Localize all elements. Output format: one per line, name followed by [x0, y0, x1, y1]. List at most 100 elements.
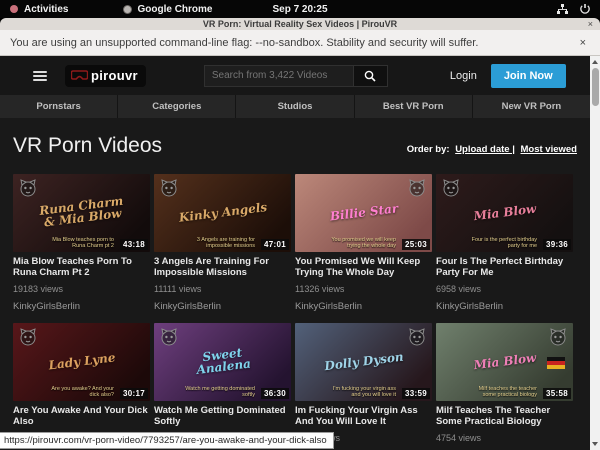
video-card[interactable]: Billie Star You promised we will keep tr… — [295, 174, 432, 323]
nav-item-best-vr-porn[interactable]: Best VR Porn — [355, 95, 472, 118]
site-header: pirouvr Login Join Now — [0, 56, 590, 95]
chrome-icon — [123, 5, 132, 14]
activities-button[interactable]: Activities — [10, 4, 68, 15]
video-thumbnail[interactable]: Mia Blow Four is the perfect birthday pa… — [436, 174, 573, 252]
video-views: 6958 views — [436, 284, 573, 294]
video-card[interactable]: Lady Lyne Are you awake? And your dick a… — [13, 323, 150, 450]
search-icon — [364, 70, 376, 82]
video-duration-badge: 39:36 — [543, 239, 571, 250]
network-icon[interactable] — [557, 4, 568, 14]
studio-cat-logo-icon — [548, 327, 568, 347]
browser-tab-strip: VR Porn: Virtual Reality Sex Videos | Pi… — [0, 18, 600, 30]
scroll-up-icon[interactable] — [592, 60, 598, 64]
thumbnail-caption: 3 Angels are training for impossible mis… — [185, 237, 255, 249]
screen: Activities Google Chrome Sep 7 20:25 VR … — [0, 0, 600, 450]
studio-cat-logo-icon — [159, 178, 179, 198]
video-thumbnail[interactable]: Sweet Analena Watch me getting dominated… — [154, 323, 291, 401]
video-thumbnail[interactable]: Lady Lyne Are you awake? And your dick a… — [13, 323, 150, 401]
studio-link[interactable]: KinkyGirlsBerlin — [13, 301, 150, 312]
thumbnail-caption: Mia Blow teaches porn to Runa Charm pt 2 — [44, 237, 114, 249]
video-thumbnail[interactable]: Mia Blow Milf teaches the teacher some p… — [436, 323, 573, 401]
video-duration-badge: 30:17 — [120, 388, 148, 399]
video-title-link[interactable]: You Promised We Will Keep Trying The Who… — [295, 256, 432, 278]
vr-goggles-icon — [71, 70, 88, 81]
scroll-down-icon[interactable] — [592, 442, 598, 446]
thumbnail-performer-name: Kinky Angels — [177, 201, 268, 224]
system-clock[interactable]: Sep 7 20:25 — [0, 4, 600, 15]
studio-link[interactable]: KinkyGirlsBerlin — [295, 301, 432, 312]
video-thumbnail[interactable]: Kinky Angels 3 Angels are training for i… — [154, 174, 291, 252]
thumbnail-caption: Milf teaches the teacher some practical … — [467, 386, 537, 398]
thumbnail-performer-name: Mia Blow — [459, 201, 550, 224]
thumbnail-performer-name: Dolly Dyson — [318, 350, 409, 373]
studio-cat-logo-icon — [407, 178, 427, 198]
activities-icon — [10, 5, 18, 13]
page-scrollbar[interactable] — [590, 56, 600, 450]
video-duration-badge: 36:30 — [261, 388, 289, 399]
nav-item-studios[interactable]: Studios — [236, 95, 353, 118]
video-card[interactable]: Mia Blow Four is the perfect birthday pa… — [436, 174, 573, 323]
power-icon[interactable] — [580, 4, 590, 14]
infobar-close-icon[interactable]: × — [580, 37, 586, 49]
video-title-link[interactable]: Im Fucking Your Virgin Ass And You Will … — [295, 405, 432, 427]
video-duration-badge: 35:58 — [543, 388, 571, 399]
order-by: Order by: Upload date | Most viewed — [407, 144, 577, 155]
search-input[interactable] — [204, 65, 354, 87]
video-views: 4754 views — [436, 433, 573, 443]
nav-item-pornstars[interactable]: Pornstars — [0, 95, 117, 118]
thumbnail-caption: Four is the perfect birthday party for m… — [467, 237, 537, 249]
video-title-link[interactable]: Four Is The Perfect Birthday Party For M… — [436, 256, 573, 278]
video-title-link[interactable]: Milf Teaches The Teacher Some Practical … — [436, 405, 573, 427]
site-logo-text: pirouvr — [91, 68, 138, 83]
sandbox-warning-infobar: You are using an unsupported command-lin… — [0, 30, 600, 56]
video-card[interactable]: Mia Blow Milf teaches the teacher some p… — [436, 323, 573, 450]
video-thumbnail[interactable]: Runa Charm & Mia Blow Mia Blow teaches p… — [13, 174, 150, 252]
studio-cat-logo-icon — [18, 327, 38, 347]
tab-close-icon[interactable]: × — [588, 18, 593, 30]
video-card[interactable]: Dolly Dyson I'm fucking your virgin ass … — [295, 323, 432, 450]
search-button[interactable] — [354, 65, 388, 87]
video-duration-badge: 25:03 — [402, 239, 430, 250]
german-flag-icon — [547, 357, 565, 369]
thumbnail-performer-name: Lady Lyne — [36, 350, 127, 373]
video-thumbnail[interactable]: Dolly Dyson I'm fucking your virgin ass … — [295, 323, 432, 401]
video-duration-badge: 43:18 — [120, 239, 148, 250]
video-title-link[interactable]: 3 Angels Are Training For Impossible Mis… — [154, 256, 291, 278]
video-views: 11111 views — [154, 284, 291, 294]
order-upload-date-link[interactable]: Upload date | — [455, 144, 515, 155]
thumbnail-performer-name: Runa Charm & Mia Blow — [35, 194, 127, 229]
thumbnail-caption: Watch me getting dominated softly — [185, 386, 255, 398]
video-title-link[interactable]: Are You Awake And Your Dick Also — [13, 405, 150, 427]
login-link[interactable]: Login — [450, 70, 477, 82]
tab-title[interactable]: VR Porn: Virtual Reality Sex Videos | Pi… — [0, 19, 600, 29]
video-thumbnail[interactable]: Billie Star You promised we will keep tr… — [295, 174, 432, 252]
page-title: VR Porn Videos — [13, 134, 162, 158]
thumbnail-performer-name: Sweet Analena — [176, 343, 268, 378]
video-title-link[interactable]: Watch Me Getting Dominated Softly — [154, 405, 291, 427]
video-card[interactable]: Sweet Analena Watch me getting dominated… — [154, 323, 291, 450]
focused-app-menu[interactable]: Google Chrome — [123, 4, 212, 15]
studio-link[interactable]: KinkyGirlsBerlin — [436, 301, 573, 312]
system-top-bar: Activities Google Chrome Sep 7 20:25 — [0, 0, 600, 18]
thumbnail-caption: Are you awake? And your dick also? — [44, 386, 114, 398]
site-logo[interactable]: pirouvr — [65, 65, 146, 87]
join-now-button[interactable]: Join Now — [491, 64, 566, 88]
scrollbar-thumb[interactable] — [592, 68, 599, 106]
video-duration-badge: 47:01 — [261, 239, 289, 250]
video-grid: Runa Charm & Mia Blow Mia Blow teaches p… — [0, 174, 590, 450]
menu-icon[interactable] — [33, 71, 47, 81]
order-most-viewed-link[interactable]: Most viewed — [521, 144, 578, 155]
studio-cat-logo-icon — [407, 327, 427, 347]
nav-item-new-vr-porn[interactable]: New VR Porn — [473, 95, 590, 118]
studio-link[interactable]: KinkyGirlsBerlin — [154, 301, 291, 312]
nav-item-categories[interactable]: Categories — [118, 95, 235, 118]
infobar-message: You are using an unsupported command-lin… — [10, 37, 478, 49]
video-title-link[interactable]: Mia Blow Teaches Porn To Runa Charm Pt 2 — [13, 256, 150, 278]
status-bar-url: https://pirouvr.com/vr-porn-video/779325… — [0, 432, 334, 449]
studio-cat-logo-icon — [18, 178, 38, 198]
thumbnail-caption: I'm fucking your virgin ass and you will… — [326, 386, 396, 398]
activities-label: Activities — [24, 4, 68, 15]
video-card[interactable]: Kinky Angels 3 Angels are training for i… — [154, 174, 291, 323]
video-card[interactable]: Runa Charm & Mia Blow Mia Blow teaches p… — [13, 174, 150, 323]
focused-app-label: Google Chrome — [137, 4, 212, 15]
